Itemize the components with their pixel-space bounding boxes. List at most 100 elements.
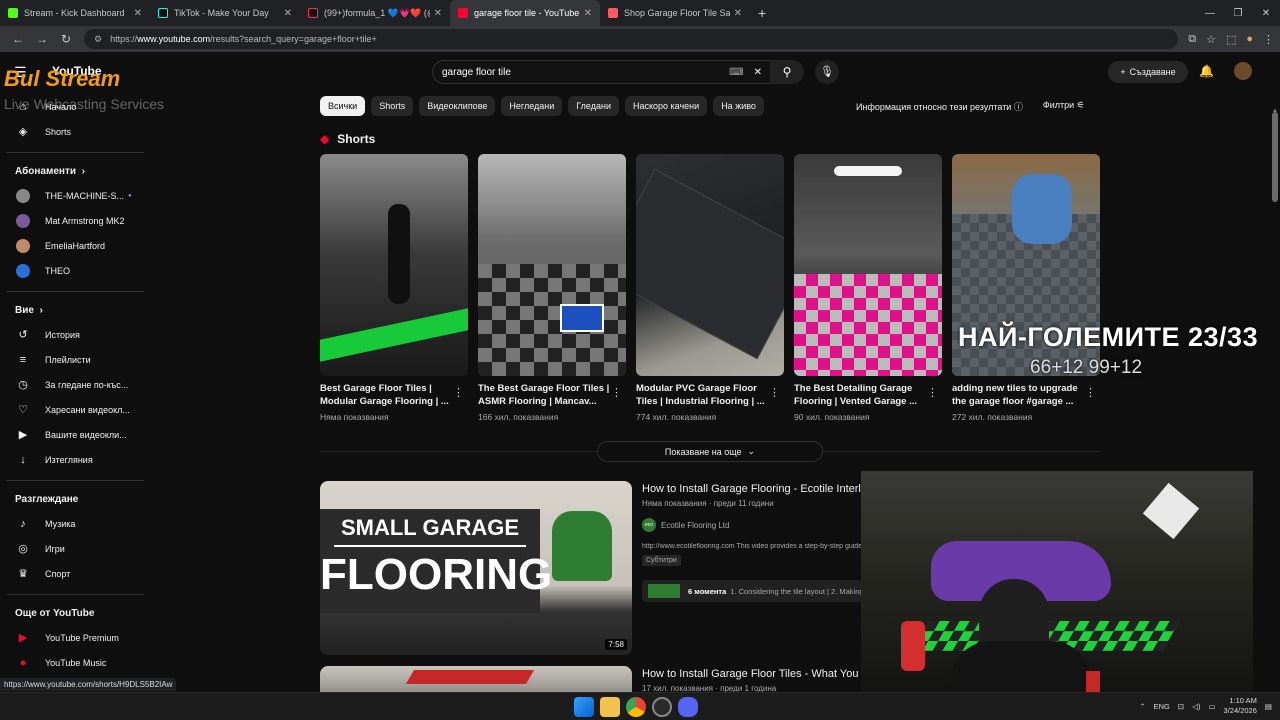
short-thumbnail[interactable] — [320, 154, 468, 376]
site-info-icon[interactable]: ⚙ — [94, 34, 102, 45]
video-thumbnail[interactable]: SMALL GARAGE FLOORING 7:58 — [320, 481, 632, 655]
chip-watched[interactable]: Гледани — [568, 96, 619, 116]
profile-icon[interactable]: ● — [1246, 33, 1253, 46]
key-moments[interactable]: 6 момента 1. Considering the tile layout… — [642, 580, 862, 602]
sidebar-item-subscription[interactable]: THEO — [0, 258, 150, 283]
discord-icon[interactable] — [678, 697, 698, 717]
short-card[interactable]: The Best Detailing Garage Flooring | Ven… — [794, 154, 942, 422]
url-field[interactable]: ⚙ https://www.youtube.com/results?search… — [84, 29, 1179, 49]
short-title[interactable]: Modular PVC Garage Floor Tiles | Industr… — [636, 382, 768, 408]
about-results-label: Информация относно тези резултати — [856, 102, 1012, 112]
video-title[interactable]: How to Install Garage Flooring - Ecotile… — [642, 483, 862, 495]
chip-live[interactable]: На живо — [713, 96, 764, 116]
short-title[interactable]: The Best Detailing Garage Flooring | Ven… — [794, 382, 926, 408]
volume-icon[interactable]: ◁) — [1192, 702, 1200, 711]
more-options-icon[interactable]: ⋮ — [453, 386, 464, 399]
browser-tab[interactable]: (99+)formula_1 💙💗❤️ (@re ✕ — [300, 0, 450, 26]
chip-shorts[interactable]: Shorts — [371, 96, 414, 116]
show-more-button[interactable]: Показване на още ⌄ — [597, 441, 823, 462]
taskbar-clock[interactable]: 1:10 AM 3/24/2026 — [1224, 696, 1257, 716]
browser-tab[interactable]: Stream - Kick Dashboard ✕ — [0, 0, 150, 26]
search-button[interactable]: ⚲ — [770, 60, 804, 84]
create-button[interactable]: + Създаване — [1108, 61, 1188, 83]
forward-icon[interactable]: → — [30, 32, 54, 46]
close-tab-icon[interactable]: ✕ — [434, 8, 442, 19]
file-explorer-icon[interactable] — [600, 697, 620, 717]
sidebar-item-watch-later[interactable]: ◷ За гледане по-къс... — [0, 372, 150, 397]
short-card[interactable]: Modular PVC Garage Floor Tiles | Industr… — [636, 154, 784, 422]
sidebar-item-sports[interactable]: ♛ Спорт — [0, 561, 150, 586]
keyboard-icon[interactable]: ⌨ — [729, 67, 743, 78]
sidebar-item-playlists[interactable]: ≡ Плейлисти — [0, 347, 150, 372]
sidebar-item-subscription[interactable]: THE-MACHINE-S... ● — [0, 183, 150, 208]
chip-recently-uploaded[interactable]: Наскоро качени — [624, 96, 708, 116]
install-app-icon[interactable]: ⧉ — [1188, 33, 1196, 46]
sidebar-item-liked[interactable]: ♡ Харесани видеокл... — [0, 397, 150, 422]
about-results-button[interactable]: Информация относно тези резултати ⓘ — [856, 100, 1023, 113]
extensions-icon[interactable]: ⬚ — [1226, 33, 1236, 46]
restore-icon[interactable]: ❐ — [1224, 8, 1252, 19]
short-card[interactable]: adding new tiles to upgrade the garage f… — [952, 154, 1100, 422]
obs-icon[interactable] — [652, 697, 672, 717]
chip-unwatched[interactable]: Негледани — [501, 96, 563, 116]
reload-icon[interactable]: ↻ — [54, 32, 78, 46]
page-scrollbar[interactable] — [1272, 112, 1278, 202]
sidebar-item-history[interactable]: ↺ История — [0, 322, 150, 347]
short-thumbnail[interactable] — [794, 154, 942, 376]
back-icon[interactable]: ← — [6, 32, 30, 46]
video-title[interactable]: How to Install Garage Floor Tiles - What… — [642, 668, 862, 680]
close-tab-icon[interactable]: ✕ — [734, 8, 742, 19]
account-avatar[interactable] — [1234, 62, 1252, 80]
new-tab-button[interactable]: + — [758, 5, 766, 21]
battery-icon[interactable]: ▭ — [1208, 702, 1215, 711]
browser-tab[interactable]: TikTok - Make Your Day ✕ — [150, 0, 300, 26]
sidebar-item-downloads[interactable]: ↓ Изтегляния — [0, 447, 150, 472]
sidebar-item-label: Музика — [45, 518, 76, 529]
chip-videos[interactable]: Видеоклипове — [419, 96, 496, 116]
more-options-icon[interactable]: ⋮ — [1085, 386, 1096, 399]
tray-overflow-icon[interactable]: ⌃ — [1139, 702, 1145, 711]
filters-button[interactable]: Филтри ⚟ — [1043, 100, 1085, 113]
more-options-icon[interactable]: ⋮ — [769, 386, 780, 399]
sidebar-item-youtube-premium[interactable]: ▶ YouTube Premium — [0, 625, 150, 650]
you-heading[interactable]: Вие › — [0, 298, 150, 322]
short-title[interactable]: The Best Garage Floor Tiles | ASMR Floor… — [478, 382, 610, 408]
short-thumbnail[interactable] — [478, 154, 626, 376]
notifications-bell-icon[interactable]: 🔔 — [1199, 64, 1214, 78]
sidebar-item-youtube-music[interactable]: ● YouTube Music — [0, 650, 150, 675]
network-icon[interactable]: ⊡ — [1178, 702, 1184, 711]
close-tab-icon[interactable]: ✕ — [584, 8, 592, 19]
more-options-icon[interactable]: ⋮ — [611, 386, 622, 399]
short-title[interactable]: adding new tiles to upgrade the garage f… — [952, 382, 1084, 408]
search-input[interactable]: garage floor tile ⌨ ✕ — [432, 60, 772, 84]
sidebar-item-music[interactable]: ♪ Музика — [0, 511, 150, 536]
bookmark-star-icon[interactable]: ☆ — [1206, 33, 1216, 46]
short-thumbnail[interactable] — [636, 154, 784, 376]
short-title[interactable]: Best Garage Floor Tiles | Modular Garage… — [320, 382, 452, 408]
browser-tab[interactable]: Shop Garage Floor Tile Sample ✕ — [600, 0, 750, 26]
clear-search-icon[interactable]: ✕ — [754, 67, 762, 78]
short-card[interactable]: The Best Garage Floor Tiles | ASMR Floor… — [478, 154, 626, 422]
chip-all[interactable]: Всички — [320, 96, 366, 116]
keyboard-language[interactable]: ENG — [1154, 702, 1170, 711]
browser-menu-icon[interactable]: ⋮ — [1263, 33, 1274, 46]
channel-link[interactable]: eco Ecotile Flooring Ltd — [642, 518, 729, 532]
sidebar-item-your-videos[interactable]: ▶ Вашите видеокли... — [0, 422, 150, 447]
sidebar-item-subscription[interactable]: EmeliaHartford — [0, 233, 150, 258]
close-tab-icon[interactable]: ✕ — [284, 8, 292, 19]
voice-search-button[interactable]: 🎙 — [815, 60, 839, 84]
chrome-icon[interactable] — [626, 697, 646, 717]
close-window-icon[interactable]: ✕ — [1252, 8, 1280, 19]
subscriptions-heading[interactable]: Абонаменти › — [0, 159, 150, 183]
close-tab-icon[interactable]: ✕ — [134, 8, 142, 19]
short-card[interactable]: Best Garage Floor Tiles | Modular Garage… — [320, 154, 468, 422]
sidebar-item-shorts[interactable]: ◈ Shorts — [0, 119, 150, 144]
minimize-icon[interactable]: — — [1196, 8, 1224, 19]
sidebar-item-subscription[interactable]: Mat Armstrong MK2 — [0, 208, 150, 233]
windows-start-icon[interactable] — [574, 697, 594, 717]
sidebar-item-gaming[interactable]: ◎ Игри — [0, 536, 150, 561]
sidebar-item-home[interactable]: ⌂ Начало — [0, 94, 150, 119]
notification-center-icon[interactable]: ▤ — [1265, 702, 1272, 711]
more-options-icon[interactable]: ⋮ — [927, 386, 938, 399]
browser-tab-active[interactable]: garage floor tile - YouTube ✕ — [450, 0, 600, 26]
